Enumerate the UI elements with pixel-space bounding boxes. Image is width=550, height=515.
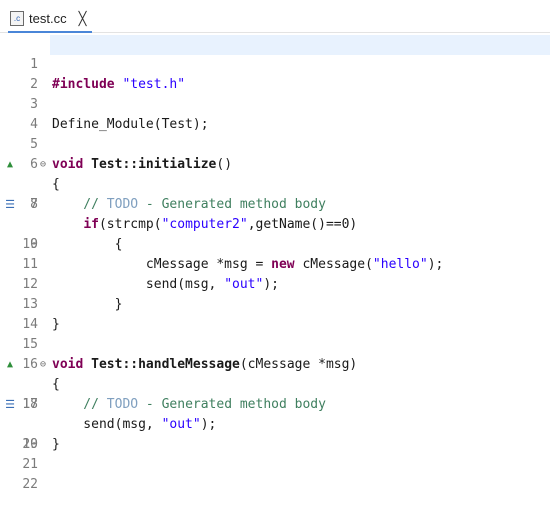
code-line[interactable]: 11 { [0,235,550,272]
code-editor[interactable]: 1 2 3 #include "test.h" 4 5 Define_Modul… [0,33,550,492]
comment: // [52,197,107,212]
code-line[interactable]: ☰ 19 // TODO - Generated method body [0,395,550,452]
code-line[interactable]: 8 { [0,175,550,212]
code-line[interactable]: 20 send(msg, "out"); [0,415,550,452]
todo-tag: TODO [106,197,139,212]
code-line[interactable]: ▲ 17 ⊖ void Test::handleMessage(cMessage… [0,355,550,412]
plain-code: Define_Module(Test); [52,117,209,132]
plain-code: () [216,157,233,172]
code-line[interactable]: ☰ 9 // TODO - Generated method body [0,195,550,252]
override-marker-icon[interactable]: ▲ [3,155,17,175]
code-text: cMessage *msg = new cMessage("hello"); [52,255,443,275]
code-line[interactable]: 3 #include "test.h" [0,75,550,112]
code-line[interactable]: 1 [0,35,550,72]
comment: - Generated method body [138,397,326,412]
close-icon[interactable]: ╳ [79,11,87,27]
plain-code: } [52,297,123,312]
code-line[interactable]: ▲ 7 ⊖ void Test::initialize() [0,155,550,212]
code-text: send(msg, "out"); [52,415,216,435]
code-line[interactable]: 13 send(msg, "out"); [0,275,550,312]
keyword: void [52,157,92,172]
plain-code: { [52,237,123,252]
plain-code: cMessage *msg = [52,257,272,272]
code-text: if(strcmp("computer2",getName()==0) [52,215,357,235]
code-line[interactable]: 6 [0,135,550,172]
plain-code: { [52,377,60,392]
plain-code: } [52,437,60,452]
plain-code: send(msg, [52,277,225,292]
tab-label: test.cc [29,11,67,26]
code-line[interactable]: 5 Define_Module(Test); [0,115,550,152]
plain-code: cMessage( [294,257,373,272]
fold-toggle-icon[interactable]: ⊖ [38,155,48,175]
code-text: } [52,295,123,315]
tab-test-cc[interactable]: .c test.cc ╳ [8,6,93,33]
code-text: #include "test.h" [52,75,185,95]
code-line[interactable]: 10 if(strcmp("computer2",getName()==0) [0,215,550,252]
code-line[interactable]: 22 [0,455,550,492]
plain-code: send(msg, [52,417,162,432]
code-line[interactable]: 15 } [0,315,550,352]
task-marker-icon[interactable]: ☰ [3,195,17,215]
code-line[interactable]: 16 [0,335,550,372]
line-number: 22 [22,477,38,492]
preprocessor-keyword: #include [52,77,123,92]
plain-code: (cMessage *msg) [239,357,358,372]
function-name: Test::handleMessage [91,357,240,372]
code-line[interactable]: 14 } [0,295,550,332]
code-text: { [52,175,60,195]
function-name: Test::initialize [91,157,217,172]
string-literal: "computer2" [161,217,248,232]
code-line[interactable]: 21 } [0,435,550,472]
code-line[interactable]: 4 [0,95,550,132]
code-text: send(msg, "out"); [52,275,279,295]
string-literal: "out" [224,277,264,292]
editor-tab-bar: .c test.cc ╳ [0,0,550,33]
code-line[interactable]: 2 [0,55,550,92]
code-text: { [52,235,123,255]
code-text: Define_Module(Test); [52,115,209,135]
comment: // [52,397,107,412]
code-text: // TODO - Generated method body [52,395,326,415]
plain-code: } [52,317,60,332]
plain-code: { [52,177,60,192]
code-text: } [52,315,60,335]
keyword: if [83,217,99,232]
plain-code: ); [427,257,444,272]
plain-code: ); [263,277,279,292]
code-line[interactable]: 12 cMessage *msg = new cMessage("hello")… [0,255,550,292]
fold-toggle-icon[interactable]: ⊖ [38,355,48,375]
string-literal: "out" [161,417,201,432]
code-text: // TODO - Generated method body [52,195,326,215]
override-marker-icon[interactable]: ▲ [3,355,17,375]
c-file-icon: .c [10,11,24,26]
plain-code: ,getName()==0) [247,217,358,232]
code-text: } [52,435,60,455]
code-text: { [52,375,60,395]
keyword: new [271,257,295,272]
code-text: void Test::initialize() [52,155,232,175]
task-marker-icon[interactable]: ☰ [3,395,17,415]
string-literal: "hello" [372,257,428,272]
todo-tag: TODO [106,397,139,412]
plain-code: (strcmp( [98,217,162,232]
code-line[interactable]: 18 { [0,375,550,412]
code-text: void Test::handleMessage(cMessage *msg) [52,355,357,375]
keyword: void [52,357,92,372]
string-literal: "test.h" [122,77,186,92]
plain-code [52,217,83,232]
comment: - Generated method body [138,197,326,212]
plain-code: ); [200,417,217,432]
